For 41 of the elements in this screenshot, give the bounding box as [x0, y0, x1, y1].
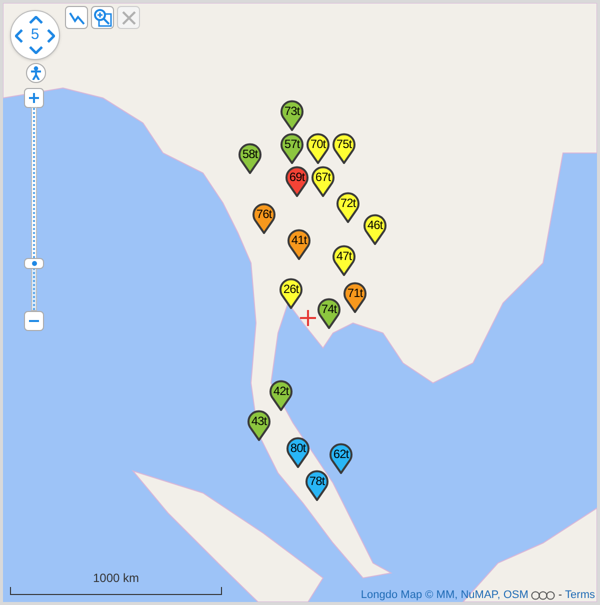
map-marker[interactable]: 26t — [279, 277, 303, 309]
crosshair-icon — [300, 310, 316, 326]
map-marker[interactable]: 41t — [287, 228, 311, 260]
map-marker[interactable]: 76t — [252, 202, 276, 234]
map-marker[interactable]: 69t — [285, 165, 309, 197]
measure-button[interactable] — [65, 6, 88, 29]
map-marker[interactable]: 47t — [332, 244, 356, 276]
person-icon — [30, 66, 42, 80]
map-marker[interactable]: 71t — [343, 281, 367, 313]
map-marker[interactable]: 67t — [311, 165, 335, 197]
plus-icon — [29, 93, 39, 103]
scale-label: 1000 km — [92, 572, 140, 584]
map-marker[interactable]: 72t — [336, 191, 360, 223]
map-marker[interactable]: 75t — [332, 132, 356, 164]
zoom-box-button[interactable] — [91, 6, 114, 29]
separator: - — [558, 590, 562, 601]
zoom-in-button[interactable] — [24, 88, 44, 108]
polyline-icon — [68, 10, 84, 24]
chevron-left-icon[interactable] — [15, 29, 23, 43]
cc-license-icon — [531, 591, 556, 600]
chevron-up-icon[interactable] — [29, 16, 43, 24]
map-marker[interactable]: 70t — [306, 132, 330, 164]
close-icon — [120, 10, 136, 26]
map-marker[interactable]: 43t — [247, 409, 271, 441]
map-marker[interactable]: 42t — [269, 379, 293, 411]
chevron-right-icon[interactable] — [47, 29, 55, 43]
map-marker[interactable]: 80t — [286, 436, 310, 468]
zoom-slider-thumb[interactable] — [24, 258, 44, 269]
map-marker[interactable]: 74t — [317, 297, 341, 329]
zoom-out-button[interactable] — [24, 311, 44, 331]
chevron-down-icon[interactable] — [29, 46, 43, 54]
zoom-level: 5 — [30, 24, 40, 45]
zoom-in-icon — [94, 8, 112, 26]
map-marker[interactable]: 57t — [280, 132, 304, 164]
map-marker[interactable]: 73t — [280, 99, 304, 131]
zoom-slider-track[interactable] — [31, 107, 37, 311]
map-marker[interactable]: 62t — [329, 442, 353, 474]
terms-link[interactable]: Terms — [565, 590, 595, 601]
map-marker[interactable]: 46t — [363, 213, 387, 245]
map-marker[interactable]: 58t — [238, 142, 262, 174]
map-marker[interactable]: 78t — [305, 469, 329, 501]
